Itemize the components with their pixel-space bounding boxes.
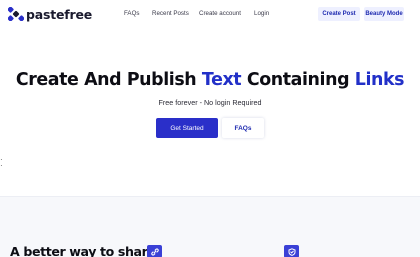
beauty-mode-button[interactable]: Beauty Mode — [364, 7, 404, 21]
top-navbar: pastefree FAQs Recent Posts Create accou… — [0, 0, 420, 28]
hero-subtitle: Free forever - No login Required — [158, 98, 262, 107]
hero-title-mid: Containing — [241, 70, 355, 90]
hero-title-accent-links: Links — [354, 70, 405, 90]
nav-link-login[interactable]: Login — [254, 10, 269, 17]
features-section: A better way to share — [0, 196, 420, 257]
shield-icon — [284, 245, 299, 257]
side-dots-decoration: · · — [0, 155, 3, 170]
hero-title-start: Create And Publish — [15, 70, 202, 90]
nav-link-faqs[interactable]: FAQs — [124, 10, 139, 17]
logo[interactable]: pastefree — [8, 6, 92, 22]
hero-title: Create And Publish Text Containing Links — [0, 70, 420, 90]
hero-title-accent-text: Text — [201, 70, 242, 90]
create-post-button[interactable]: Create Post — [318, 7, 360, 21]
brand-name: pastefree — [26, 6, 93, 22]
section-title: A better way to share — [10, 244, 156, 257]
nav-link-create-account[interactable]: Create account — [199, 10, 241, 17]
pastefree-logo-icon — [8, 7, 24, 21]
faqs-button[interactable]: FAQs — [222, 118, 264, 138]
nav-link-recent-posts[interactable]: Recent Posts — [152, 10, 189, 17]
get-started-button[interactable]: Get Started — [156, 118, 218, 138]
link-icon — [147, 245, 162, 257]
